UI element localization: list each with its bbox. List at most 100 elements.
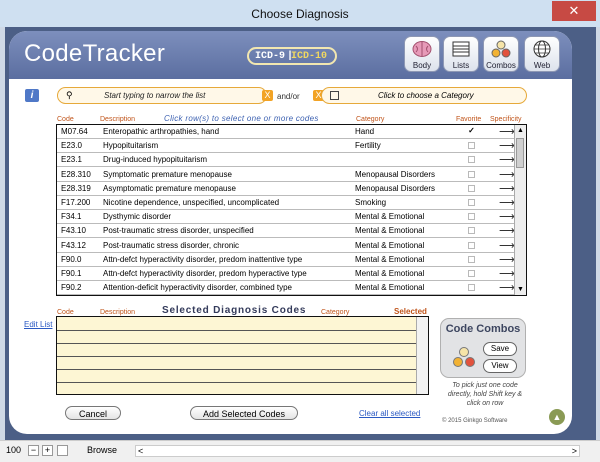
icd9-option[interactable]: ICD-9 <box>255 51 285 62</box>
selected-codes-title: Selected Diagnosis Codes <box>162 305 307 316</box>
specificity-arrow-icon[interactable]: ⟶ <box>499 239 515 252</box>
combo-circle-left <box>453 357 463 367</box>
selected-header-code: Code <box>57 309 74 316</box>
row-category: Mental & Emotional <box>355 226 425 236</box>
favorite-checkbox[interactable] <box>468 241 475 249</box>
list-icon <box>452 41 470 57</box>
code-row[interactable]: E28.310 Symptomatic premature menopause Me… <box>57 168 516 182</box>
scroll-right-icon[interactable]: > <box>572 446 577 456</box>
combos-button-label: Combos <box>486 61 516 70</box>
selected-codes-list[interactable] <box>56 316 429 395</box>
favorite-checkbox[interactable] <box>468 213 475 221</box>
col-header-favorite: Favorite <box>456 116 482 123</box>
row-description: Post-traumatic stress disorder, unspecif… <box>103 226 254 236</box>
row-category: Smoking <box>355 198 387 207</box>
row-category: Hand <box>355 127 375 136</box>
col-header-specificity: Specificity <box>490 116 522 123</box>
favorite-checkbox[interactable] <box>468 199 475 206</box>
code-row[interactable]: E23.0 Hypopituitarism Fertility ⟶ <box>57 139 516 154</box>
select-hint: Click row(s) to select one or more codes <box>164 114 319 123</box>
favorite-checkbox[interactable]: ✓ <box>468 127 475 135</box>
row-code: F90.2 <box>61 283 82 293</box>
code-row[interactable]: F90.1 Attn-defct hyperactivity disorder, … <box>57 267 516 281</box>
favorite-checkbox[interactable] <box>468 184 475 192</box>
cancel-button[interactable]: Cancel <box>65 406 121 420</box>
search-input[interactable]: ⚲ Start typing to narrow the list <box>57 87 267 104</box>
code-row[interactable]: E23.1 Drug-induced hypopituitarism ⟶ <box>57 153 516 168</box>
favorite-checkbox[interactable] <box>468 142 475 150</box>
specificity-arrow-icon[interactable]: ⟶ <box>499 153 515 166</box>
code-row[interactable]: F90.0 Attn-defct hyperactivity disorder, … <box>57 253 516 267</box>
specificity-arrow-icon[interactable]: ⟶ <box>499 210 515 223</box>
lists-button[interactable]: Lists <box>443 36 479 72</box>
selected-row-divider <box>57 343 418 344</box>
scroll-up-icon[interactable]: ▲ <box>515 125 526 136</box>
scroll-down-icon[interactable]: ▼ <box>515 284 526 295</box>
view-toggle-icon[interactable] <box>57 445 68 456</box>
icd10-option[interactable]: ICD-10 <box>291 51 327 62</box>
favorite-checkbox[interactable] <box>468 170 475 178</box>
search-clear-button[interactable]: X <box>262 90 273 101</box>
combo-view-button[interactable]: View <box>483 359 517 373</box>
body-button[interactable]: Body <box>404 36 440 72</box>
zoom-out-button[interactable]: − <box>28 445 39 456</box>
favorite-checkbox[interactable] <box>468 255 475 263</box>
specificity-arrow-icon[interactable]: ⟶ <box>499 168 515 181</box>
clear-all-selected-link[interactable]: Clear all selected <box>359 409 420 418</box>
combo-circle-right <box>465 357 475 367</box>
specificity-arrow-icon[interactable]: ⟶ <box>499 139 515 152</box>
row-category: Mental & Emotional <box>355 254 425 264</box>
edit-list-link[interactable]: Edit List <box>24 320 52 329</box>
app-header: CodeTracker ICD-9 | ICD-10 Body Lists Co… <box>9 31 572 79</box>
combos-button[interactable]: Combos <box>483 36 519 72</box>
code-row[interactable]: F34.1 Dysthymic disorder Mental & Emotiona… <box>57 210 516 225</box>
code-row[interactable]: F43.12 Post-traumatic stress disorder, ch… <box>57 239 516 253</box>
combos-icon <box>491 40 511 58</box>
category-select[interactable]: Click to choose a Category <box>321 87 527 104</box>
specificity-arrow-icon[interactable]: ⟶ <box>499 196 515 209</box>
specificity-arrow-icon[interactable]: ⟶ <box>499 253 515 266</box>
specificity-arrow-icon[interactable]: ⟶ <box>499 224 515 237</box>
code-list[interactable]: M07.64 Enteropathic arthropathies, hand Ha… <box>56 124 527 296</box>
favorite-checkbox[interactable] <box>468 156 475 164</box>
code-row[interactable]: F90.2 Attention-deficit hyperactivity dis… <box>57 281 516 295</box>
row-category: Menopausal Disorders <box>355 183 436 193</box>
globe-icon <box>533 40 551 58</box>
row-description: Enteropathic arthropathies, hand <box>103 127 220 136</box>
web-button[interactable]: Web <box>524 36 560 72</box>
code-list-scrollbar[interactable]: ▲ ▼ <box>514 125 526 295</box>
row-category: Mental & Emotional <box>355 269 425 278</box>
specificity-arrow-icon[interactable]: ⟶ <box>499 182 515 195</box>
specificity-arrow-icon[interactable]: ⟶ <box>499 125 515 138</box>
favorite-checkbox[interactable] <box>468 284 475 292</box>
zoom-in-button[interactable]: + <box>42 445 53 456</box>
codeset-toggle[interactable]: ICD-9 | ICD-10 <box>247 47 337 65</box>
and-or-label: and/or <box>277 92 300 101</box>
scroll-thumb[interactable] <box>516 138 524 168</box>
favorite-checkbox[interactable] <box>468 227 475 235</box>
app-logo: CodeTracker <box>24 40 166 67</box>
row-description: Drug-induced hypopituitarism <box>103 155 208 165</box>
specificity-arrow-icon[interactable]: ⟶ <box>499 267 515 280</box>
row-category: Mental & Emotional <box>355 240 425 250</box>
horizontal-scrollbar[interactable]: < > <box>135 445 580 457</box>
row-code: M07.64 <box>61 127 88 136</box>
add-selected-codes-button[interactable]: Add Selected Codes <box>190 406 298 420</box>
android-icon[interactable]: ▲ <box>549 409 565 425</box>
selected-list-scrollbar[interactable] <box>416 317 428 394</box>
window-title: Choose Diagnosis <box>251 7 349 21</box>
selected-label: Selected <box>394 307 427 316</box>
zoom-level[interactable]: 100 <box>6 445 21 455</box>
code-row[interactable]: F17.200 Nicotine dependence, unspecified,… <box>57 196 516 210</box>
window-close-button[interactable]: ✕ <box>552 1 596 21</box>
favorite-checkbox[interactable] <box>468 270 475 277</box>
info-button[interactable]: i <box>25 89 39 102</box>
scroll-left-icon[interactable]: < <box>138 446 143 456</box>
code-row[interactable]: F43.10 Post-traumatic stress disorder, un… <box>57 224 516 239</box>
specificity-arrow-icon[interactable]: ⟶ <box>499 281 515 294</box>
code-row[interactable]: M07.64 Enteropathic arthropathies, hand Ha… <box>57 125 516 139</box>
code-row[interactable]: E28.319 Asymptomatic premature menopause M… <box>57 182 516 196</box>
combo-save-button[interactable]: Save <box>483 342 517 356</box>
col-header-description: Description <box>100 116 136 123</box>
selected-row-divider <box>57 356 418 357</box>
